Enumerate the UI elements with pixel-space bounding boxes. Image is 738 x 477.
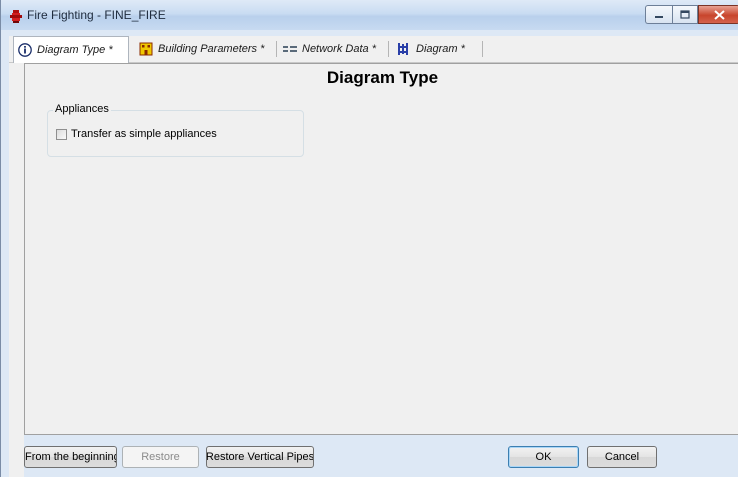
maximize-icon xyxy=(680,10,690,19)
tab-diagram-type[interactable]: Diagram Type * xyxy=(13,36,129,63)
window-title: Fire Fighting - FINE_FIRE xyxy=(27,8,166,22)
tab-label: Network Data * xyxy=(302,43,376,55)
tab-separator xyxy=(482,41,483,57)
panel-margin xyxy=(9,63,24,477)
transfer-simple-appliances-option[interactable]: Transfer as simple appliances xyxy=(56,128,217,140)
tab-diagram[interactable]: Diagram * xyxy=(391,38,483,60)
diagram-icon xyxy=(398,43,408,55)
checkbox-label: Transfer as simple appliances xyxy=(71,128,217,140)
restore-button[interactable]: Restore xyxy=(122,446,199,468)
groupbox-legend: Appliances xyxy=(53,103,111,115)
tab-network-data[interactable]: Network Data * xyxy=(279,38,389,60)
tab-separator xyxy=(276,41,277,57)
minimize-button[interactable] xyxy=(645,5,672,24)
from-beginning-button[interactable]: From the beginning xyxy=(24,446,117,468)
tab-label: Diagram * xyxy=(416,43,465,55)
diagram-type-panel: Diagram Type Appliances Transfer as simp… xyxy=(24,63,738,435)
appliances-groupbox: Appliances Transfer as simple appliances xyxy=(47,103,304,157)
network-icon xyxy=(283,46,297,52)
tab-label: Diagram Type * xyxy=(37,44,113,56)
building-icon xyxy=(139,42,153,56)
tab-separator xyxy=(388,41,389,57)
fire-hydrant-icon xyxy=(10,10,22,23)
window-frame-left xyxy=(1,36,9,477)
restore-vertical-pipes-button[interactable]: Restore Vertical Pipes xyxy=(206,446,314,468)
app-window: Fire Fighting - FINE_FIRE Diagram Type *… xyxy=(0,0,738,477)
minimize-icon xyxy=(655,15,663,18)
maximize-button[interactable] xyxy=(672,5,698,24)
close-button[interactable] xyxy=(698,5,738,24)
transfer-simple-appliances-checkbox[interactable] xyxy=(56,128,67,140)
close-icon xyxy=(713,9,725,20)
panel-title: Diagram Type xyxy=(326,68,439,87)
tab-bar: Diagram Type * Building Parameters * Net… xyxy=(9,36,738,63)
title-bar[interactable]: Fire Fighting - FINE_FIRE xyxy=(1,0,738,30)
info-icon xyxy=(18,43,32,57)
cancel-button[interactable]: Cancel xyxy=(587,446,657,468)
tab-label: Building Parameters * xyxy=(158,43,265,55)
tab-building-parameters[interactable]: Building Parameters * xyxy=(135,38,277,60)
ok-button[interactable]: OK xyxy=(508,446,579,468)
